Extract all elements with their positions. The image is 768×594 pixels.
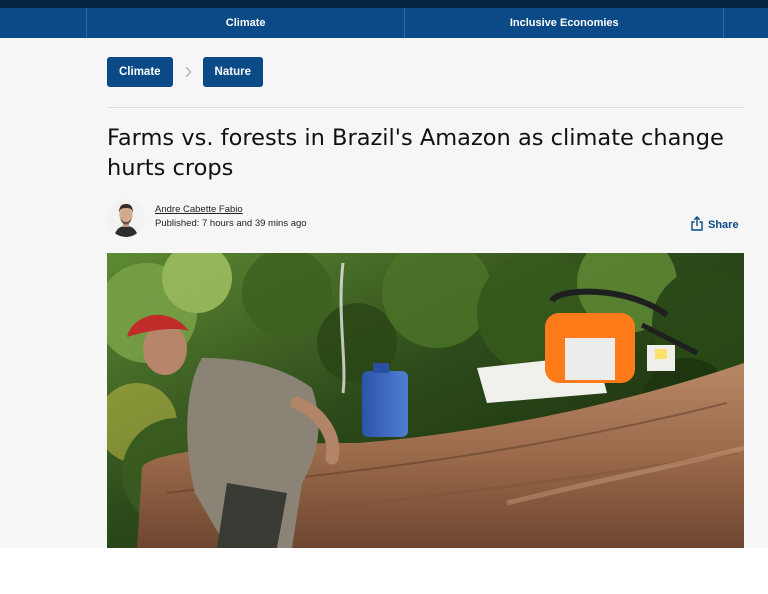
share-button[interactable]: Share — [690, 216, 739, 234]
nav-item-label: Inclusive Economies — [509, 17, 619, 29]
share-icon — [690, 216, 708, 234]
nav-spacer-left — [0, 8, 86, 38]
article-title: Farms vs. forests in Brazil's Amazon as … — [107, 125, 724, 181]
author-name-link[interactable]: Andre Cabette Fabio — [155, 204, 243, 215]
top-strip — [0, 0, 768, 8]
nav-item-climate[interactable]: Climate — [85, 8, 405, 38]
publish-time: Published: 7 hours and 39 mins ago — [155, 218, 307, 229]
divider — [107, 107, 744, 108]
nav-item-label: Climate — [225, 17, 266, 29]
chevron-right-icon — [173, 66, 203, 78]
tag-climate[interactable]: Climate — [107, 57, 173, 87]
author-avatar[interactable] — [107, 199, 145, 237]
nav-spacer-right — [723, 8, 768, 38]
nav-item-inclusive-economies[interactable]: Inclusive Economies — [404, 8, 723, 38]
share-label: Share — [708, 219, 739, 231]
topic-nav-bar: Climate Inclusive Economies — [0, 8, 768, 38]
tag-nature[interactable]: Nature — [202, 57, 263, 87]
hero-image — [97, 233, 762, 548]
article-page: Climate Inclusive Economies Climate Natu… — [0, 0, 768, 548]
topic-tags: Climate Nature — [107, 57, 263, 87]
